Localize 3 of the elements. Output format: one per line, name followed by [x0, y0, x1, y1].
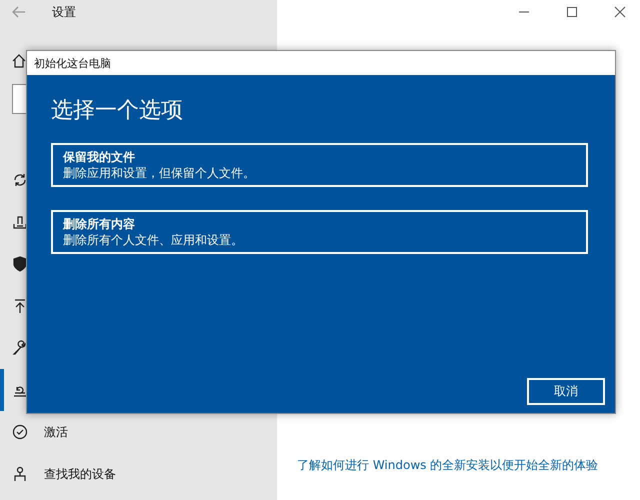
window-title: 设置 [52, 4, 76, 20]
dialog-title: 初始化这台电脑 [34, 56, 111, 70]
dialog-heading: 选择一个选项 [51, 97, 184, 125]
